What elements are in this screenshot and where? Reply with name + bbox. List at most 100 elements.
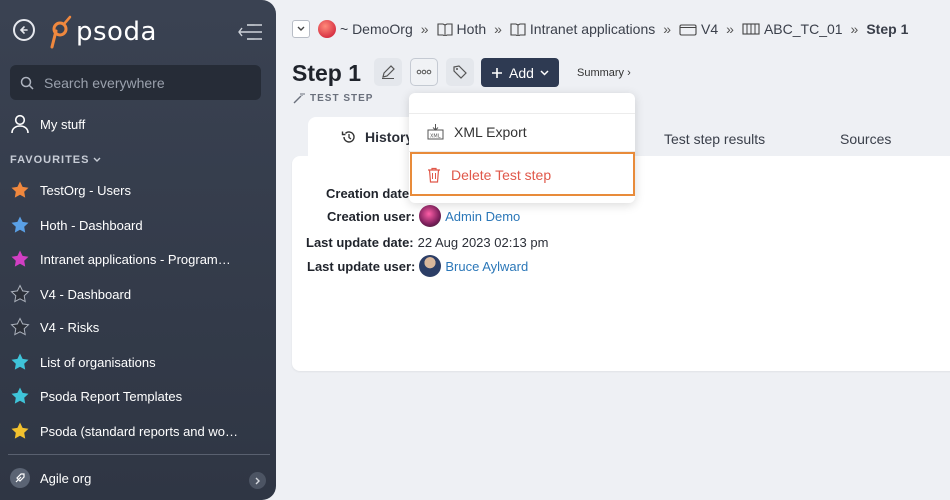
favourite-item[interactable]: TestOrg - Users [10,180,131,200]
folder-icon [679,23,697,36]
breadcrumb-separator: » [663,21,672,37]
breadcrumb-toggle[interactable] [292,20,310,38]
tag-icon [453,65,467,79]
last-update-user-row: Last update user: Bruce Aylward [307,255,528,277]
menu-item-xml-export[interactable]: XML XML Export [427,123,527,140]
sidebar: psoda My stuff FAVOURITES TestOrg - User… [0,0,276,500]
sidebar-divider [8,454,270,455]
xml-export-icon: XML [427,124,444,140]
org-switcher[interactable]: Agile org [10,468,91,488]
breadcrumb-separator: » [726,21,734,37]
favourite-item[interactable]: V4 - Dashboard [10,284,131,304]
chevron-down-icon [93,157,101,162]
tab-test-step-results[interactable]: Test step results [664,131,765,147]
star-icon [11,422,29,439]
breadcrumb-label: Hoth [456,21,487,37]
psoda-logo[interactable]: psoda [50,14,157,50]
breadcrumb-item-abc-tc-01[interactable]: ABC_TC_01 [742,21,843,37]
more-options-button[interactable] [410,58,438,86]
chevron-right-icon[interactable] [249,472,266,489]
creation-date-label: Creation date [326,186,410,201]
arrow-left-icon [19,26,28,34]
creation-date-row: Creation date [326,186,409,201]
breadcrumb-current: Step 1 [866,21,909,37]
favourite-item[interactable]: Hoth - Dashboard [10,215,143,235]
back-button[interactable] [13,19,35,41]
breadcrumb-item-hoth[interactable]: Hoth [436,21,487,37]
plus-icon [492,67,503,78]
wand-icon [293,93,305,104]
star-icon [11,353,29,370]
breadcrumb-separator: » [494,21,502,37]
summary-link[interactable]: Summary › [577,67,631,79]
favourite-label: V4 - Risks [40,319,100,335]
favourite-item[interactable]: V4 - Risks [10,317,99,337]
favourite-item[interactable]: Intranet applications - Programme... [10,249,240,269]
history-icon [341,131,355,143]
favourite-item[interactable]: List of organisations [10,352,156,372]
menu-item-label: XML Export [454,123,527,140]
star-icon [10,317,30,336]
breadcrumb-item-intranet[interactable]: Intranet applications [510,21,655,37]
tab-sources[interactable]: Sources [840,131,891,147]
collapse-sidebar-icon[interactable] [237,22,263,42]
search-icon [20,76,34,90]
favourite-item[interactable]: Psoda (standard reports and work... [10,421,240,441]
search-input[interactable] [42,73,246,92]
test-case-icon [742,23,760,35]
my-stuff-link[interactable]: My stuff [10,114,85,134]
chevron-down-icon [297,26,305,31]
last-update-user-link[interactable]: Bruce Aylward [445,259,528,274]
star-icon [11,216,29,233]
menu-divider [409,113,635,114]
last-update-date-value: 22 Aug 2023 02:13 pm [417,235,549,250]
sidebar-header: psoda [0,0,276,64]
add-button[interactable]: Add [481,58,559,87]
creation-user-label: Creation user: [327,208,416,224]
breadcrumb-item-demoorg[interactable]: ~ DemoOrg [318,20,413,38]
favourite-label: Hoth - Dashboard [40,217,143,233]
star-icon [11,387,29,404]
chevron-down-icon [540,69,549,76]
star-icon [10,284,30,303]
search-box [10,65,261,100]
favourite-label: List of organisations [40,354,156,370]
pencil-icon [382,65,395,79]
tag-button[interactable] [446,58,474,86]
last-update-date-row: Last update date: 22 Aug 2023 02:13 pm [306,235,548,250]
breadcrumb: ~ DemoOrg » Hoth » Intranet applications… [292,20,908,38]
add-button-label: Add [509,64,534,81]
tab-history-label: History [365,129,414,145]
avatar[interactable] [419,255,442,277]
creation-user-link[interactable]: Admin Demo [445,209,520,224]
page-subtitle: TEST STEP [293,92,373,104]
org-name: Agile org [40,470,92,486]
highlight-box [410,152,635,196]
edit-button[interactable] [374,58,402,86]
favourite-label: Psoda Report Templates [40,388,183,404]
tab-history[interactable]: History [308,117,420,157]
breadcrumb-label: ~ DemoOrg [340,21,413,37]
rocket-icon [10,468,30,488]
page-title: Step 1 [292,60,362,86]
favourites-header[interactable]: FAVOURITES [10,154,101,166]
favourite-label: V4 - Dashboard [40,286,132,302]
breadcrumb-item-v4[interactable]: V4 [679,21,718,37]
last-update-date-label: Last update date: [306,235,414,250]
book-icon [510,23,526,36]
my-stuff-label: My stuff [40,116,86,132]
last-update-user-label: Last update user: [307,258,416,274]
star-icon [11,250,29,267]
user-icon [11,114,29,134]
favourite-item[interactable]: Psoda Report Templates [10,386,182,406]
avatar[interactable] [419,205,442,227]
logo-text: psoda [76,17,157,47]
breadcrumb-separator: » [850,21,859,37]
book-icon [436,23,453,36]
star-icon [11,181,29,198]
org-avatar-icon [318,20,336,38]
creation-user-row: Creation user: Admin Demo [327,205,520,227]
breadcrumb-label: V4 [701,21,719,37]
more-dots-icon [416,69,432,75]
page-subtitle-label: TEST STEP [310,92,374,104]
